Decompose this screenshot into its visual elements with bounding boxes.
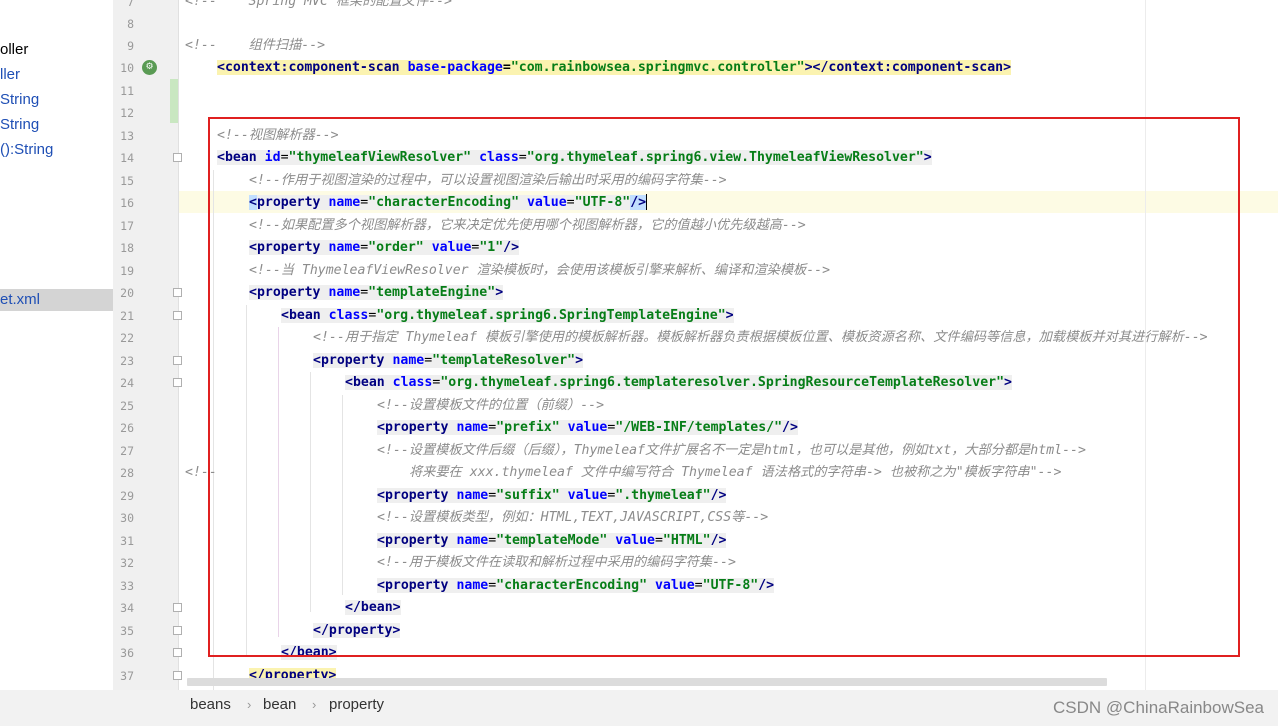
line-number: 25 (120, 399, 134, 413)
line-number: 12 (120, 106, 134, 120)
code-line-10: <context:component-scan base-package="co… (217, 60, 1012, 75)
line-number: 21 (120, 309, 134, 323)
line-number: 8 (127, 17, 134, 31)
breadcrumb-item[interactable]: beans (190, 694, 231, 716)
line-number: 26 (120, 421, 134, 435)
code-line-9: <!-- 组件扫描--> (185, 35, 325, 58)
tree-item-selected[interactable]: et.xml (0, 289, 113, 311)
line-number: 9 (127, 39, 134, 53)
tag: context:component-scan (224, 60, 400, 75)
line-number: 37 (120, 669, 134, 683)
line-number: 22 (120, 331, 134, 345)
vcs-change-marker[interactable] (170, 79, 178, 123)
line-number: 20 (120, 286, 134, 300)
horizontal-scrollbar[interactable] (187, 678, 1107, 686)
line-number: 30 (120, 511, 134, 525)
attribute: base-package (407, 60, 503, 75)
tag: context:component-scan (828, 60, 1004, 75)
line-number: 36 (120, 646, 134, 660)
line-number: 17 (120, 219, 134, 233)
line-number: 18 (120, 241, 134, 255)
line-number: 16 (120, 196, 134, 210)
line-number: 14 (120, 151, 134, 165)
line-number: 11 (120, 84, 134, 98)
line-number: 29 (120, 489, 134, 503)
chevron-right-icon: › (247, 697, 252, 712)
line-number: 32 (120, 556, 134, 570)
line-number: 19 (120, 264, 134, 278)
breadcrumb-item[interactable]: bean (263, 694, 296, 716)
spring-bean-icon[interactable]: ⚙ (142, 60, 157, 75)
line-number: 7 (127, 0, 134, 9)
watermark: CSDN @ChinaRainbowSea (1053, 698, 1264, 717)
chevron-right-icon: › (312, 697, 317, 712)
line-number: 24 (120, 376, 134, 390)
code-line-7: <!-- Spring MVC 框架的配置文件--> (185, 0, 452, 14)
tree-item[interactable]: oller (0, 39, 28, 61)
tree-item[interactable]: ():String (0, 139, 53, 161)
annotation-highlight-box (208, 117, 1240, 657)
project-tree: oller ller String String ():String et.xm… (0, 0, 113, 690)
line-number: 15 (120, 174, 134, 188)
comment: <!-- 组件扫描--> (185, 38, 326, 53)
tree-item[interactable]: String (0, 114, 39, 136)
line-number: 34 (120, 601, 134, 615)
comment: <!-- Spring MVC 框架的配置文件--> (185, 0, 452, 9)
breadcrumb-item[interactable]: property (329, 694, 384, 716)
line-number: 28 (120, 466, 134, 480)
tree-item[interactable]: String (0, 89, 39, 111)
line-number: 35 (120, 624, 134, 638)
line-number: 10 (120, 61, 134, 75)
attribute-value: "com.rainbowsea.springmvc.controller" (510, 60, 805, 75)
line-number: 33 (120, 579, 134, 593)
line-number: 23 (120, 354, 134, 368)
line-number: 31 (120, 534, 134, 548)
line-number: 13 (120, 129, 134, 143)
tree-item[interactable]: ller (0, 64, 20, 86)
line-number: 27 (120, 444, 134, 458)
